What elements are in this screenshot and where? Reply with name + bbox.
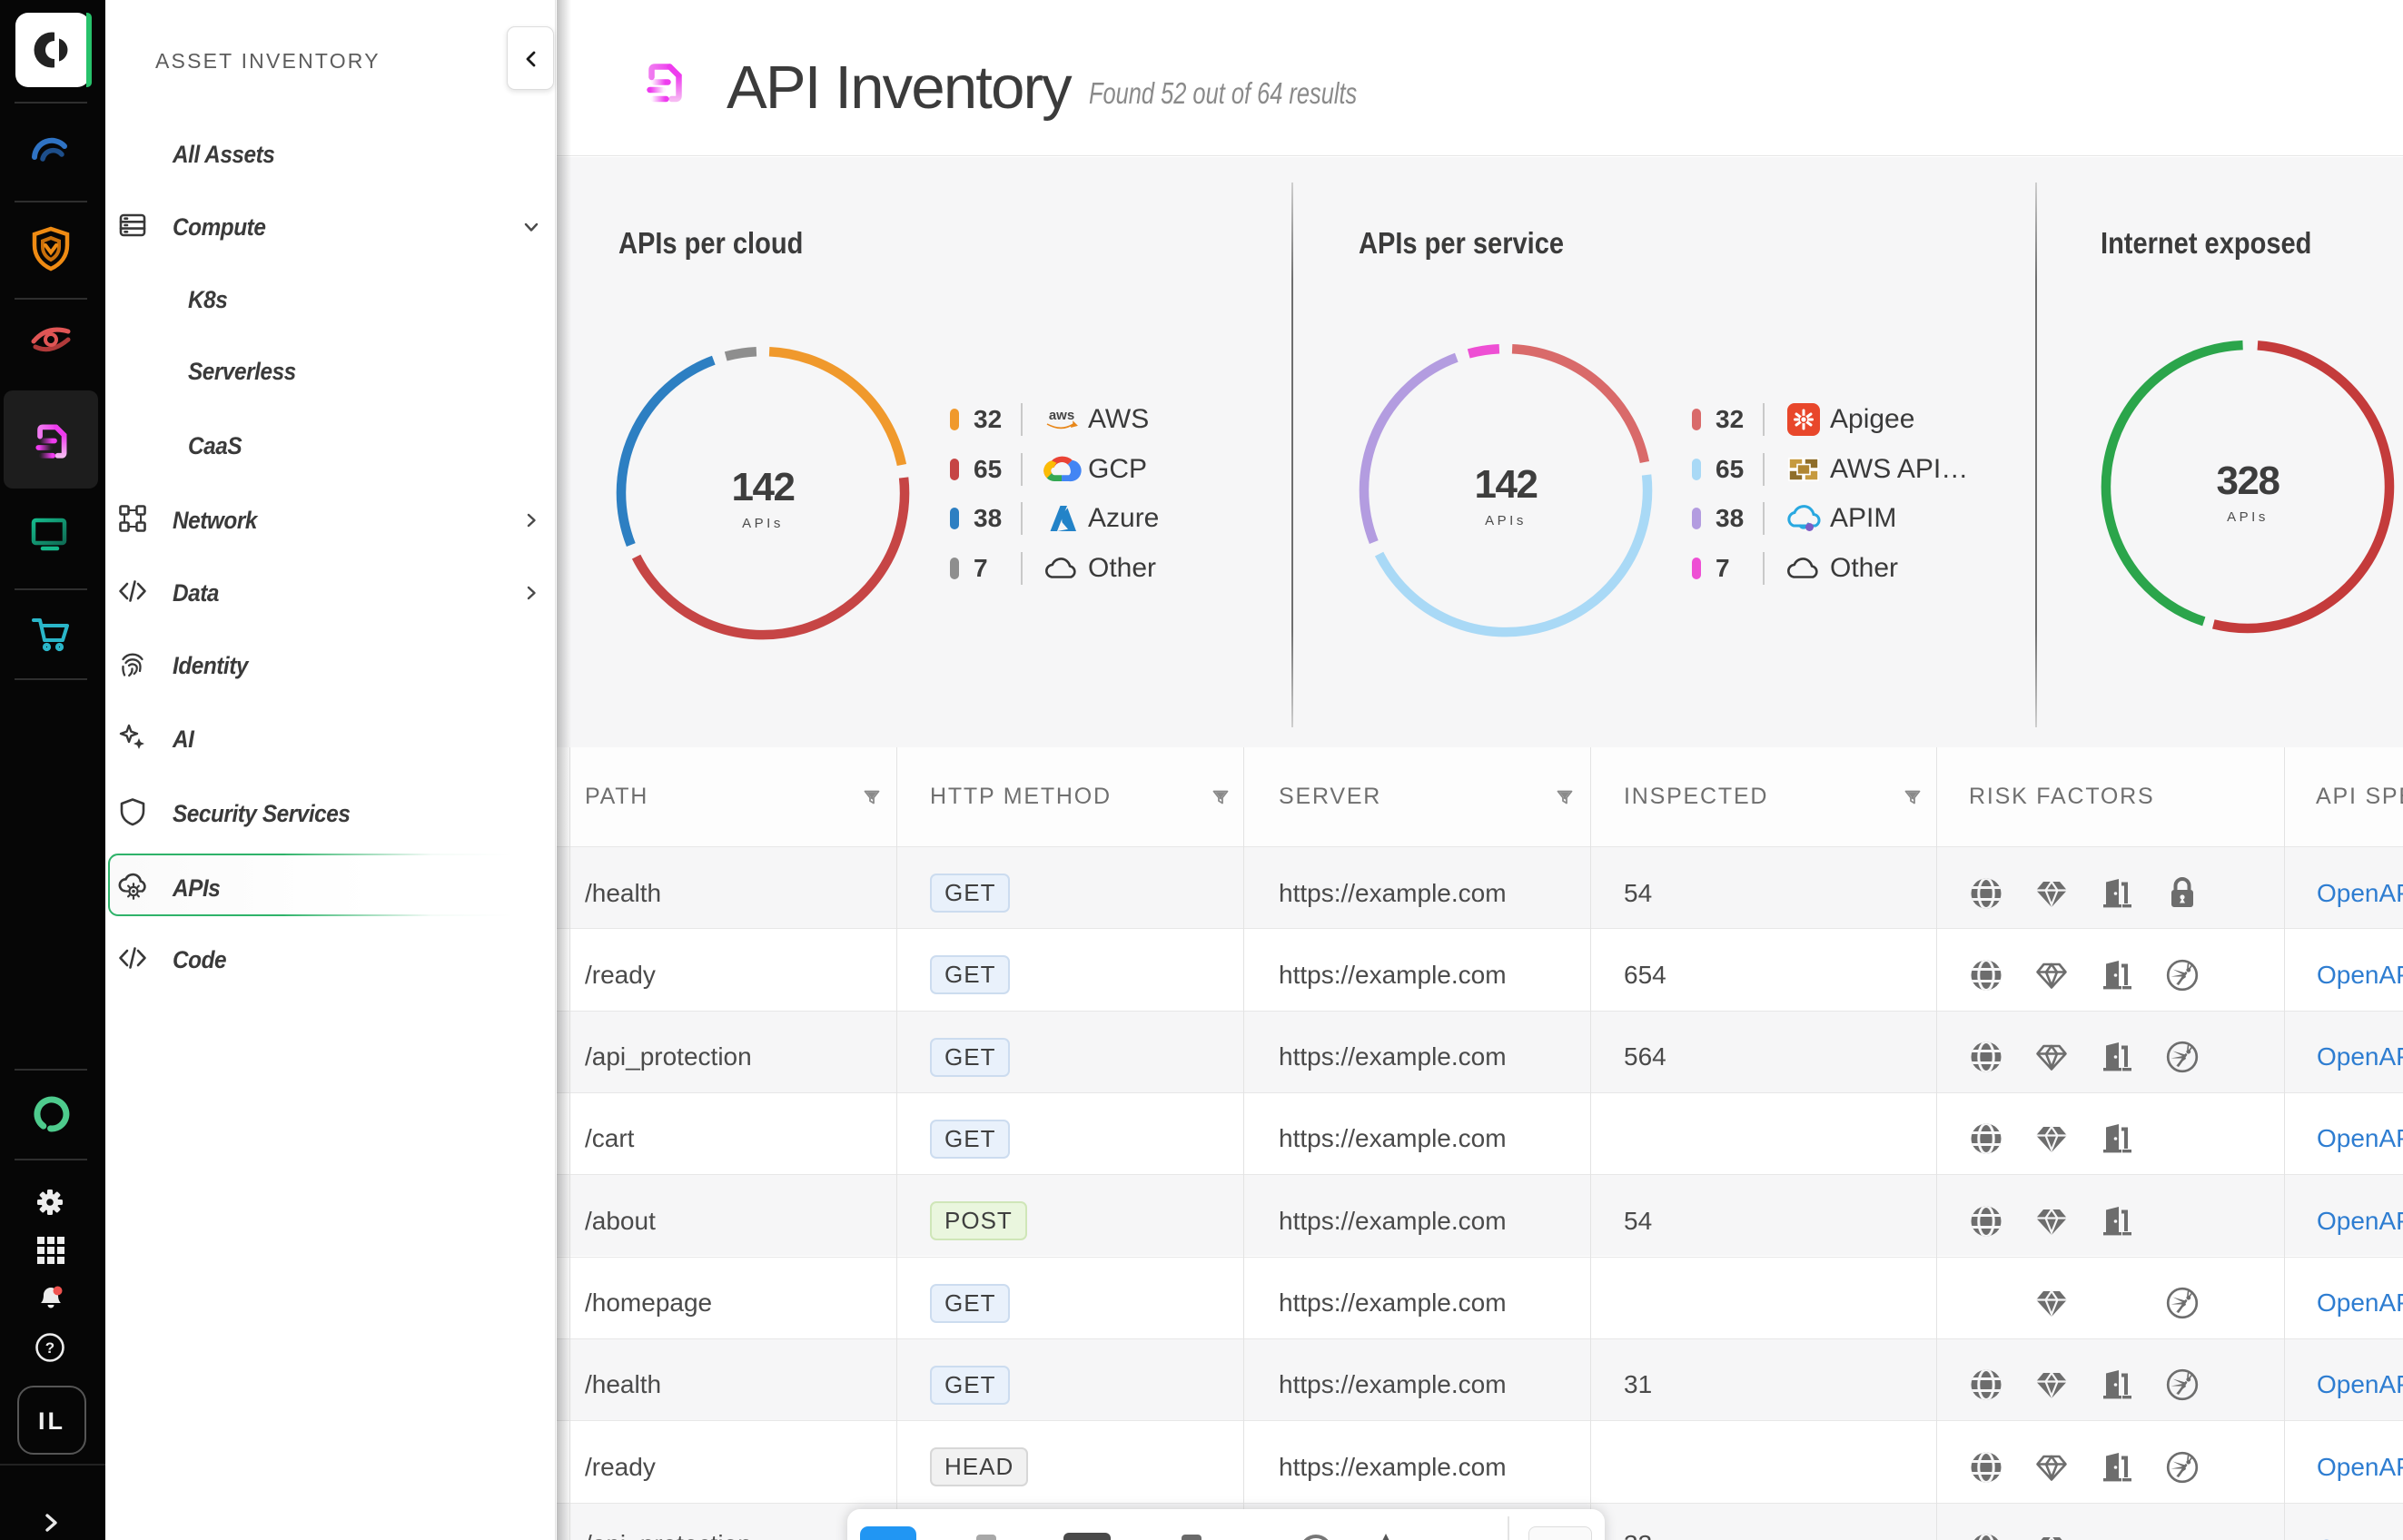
svg-text:?: ? [45,1339,54,1357]
svg-text:aws: aws [1049,408,1074,423]
